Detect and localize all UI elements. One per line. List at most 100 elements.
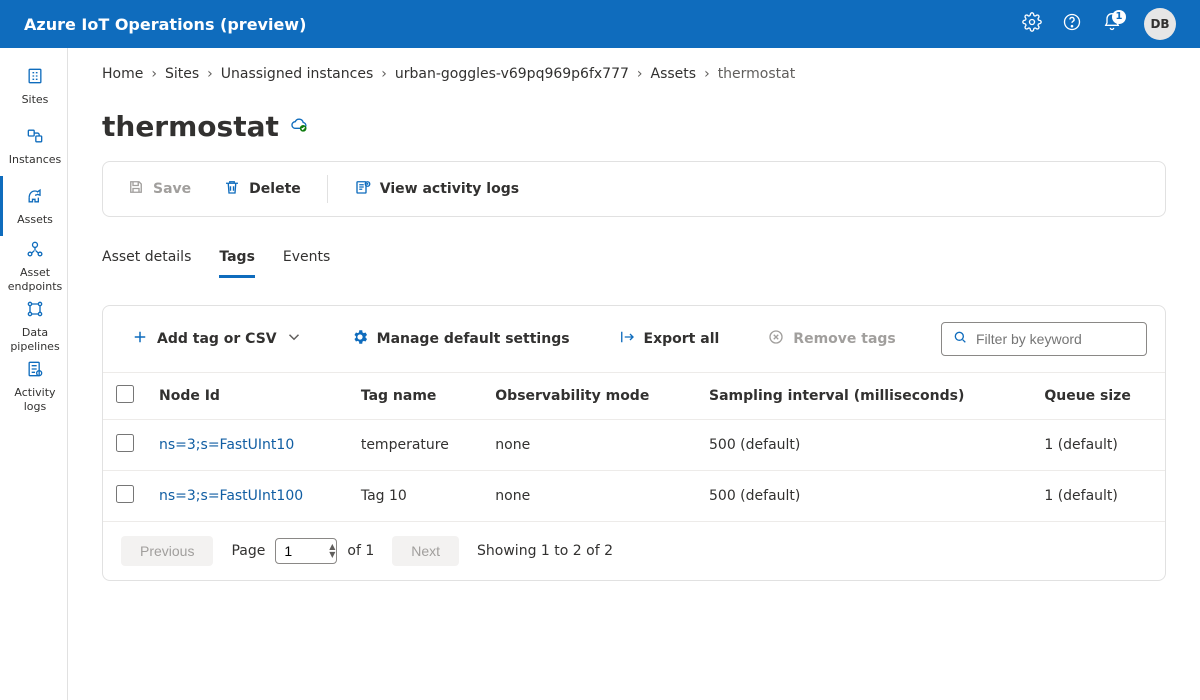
sites-icon bbox=[25, 66, 45, 89]
chevron-right-icon: › bbox=[151, 66, 157, 82]
select-all-checkbox[interactable] bbox=[116, 385, 134, 403]
table-row: ns=3;s=FastUInt10 temperature none 500 (… bbox=[103, 420, 1165, 471]
instances-icon bbox=[25, 126, 45, 149]
showing-text: Showing 1 to 2 of 2 bbox=[477, 543, 613, 559]
tabs: Asset details Tags Events bbox=[102, 241, 1166, 279]
view-activity-logs-label: View activity logs bbox=[380, 181, 519, 197]
page-title: thermostat bbox=[102, 110, 279, 143]
sidebar-item-data-pipelines[interactable]: Data pipelines bbox=[0, 296, 67, 356]
filter-input[interactable] bbox=[976, 331, 1157, 347]
tab-asset-details[interactable]: Asset details bbox=[102, 241, 191, 278]
plus-icon bbox=[131, 328, 149, 350]
sidebar-item-label: Asset endpoints bbox=[7, 266, 63, 292]
sidebar-item-asset-endpoints[interactable]: Asset endpoints bbox=[0, 236, 67, 296]
tab-events[interactable]: Events bbox=[283, 241, 330, 278]
breadcrumb-assets[interactable]: Assets bbox=[651, 66, 697, 82]
col-sampling-interval[interactable]: Sampling interval (milliseconds) bbox=[697, 373, 1032, 420]
cell-queue: 1 (default) bbox=[1032, 420, 1165, 471]
select-all-cell bbox=[103, 373, 147, 420]
sidebar-item-label: Assets bbox=[17, 213, 53, 226]
export-all-button[interactable]: Export all bbox=[608, 322, 730, 356]
trash-icon bbox=[223, 178, 241, 200]
view-activity-logs-button[interactable]: View activity logs bbox=[340, 172, 533, 206]
filter-box[interactable] bbox=[941, 322, 1147, 356]
add-tag-button[interactable]: Add tag or CSV bbox=[121, 322, 313, 356]
data-pipelines-icon bbox=[25, 299, 45, 322]
content-area: Home › Sites › Unassigned instances › ur… bbox=[68, 48, 1200, 700]
toolbar-divider bbox=[327, 175, 328, 203]
node-id-link[interactable]: ns=3;s=FastUInt10 bbox=[159, 437, 294, 453]
remove-tags-button: Remove tags bbox=[757, 322, 905, 356]
chevron-right-icon: › bbox=[207, 66, 213, 82]
tags-panel: Add tag or CSV Manage default settings E… bbox=[102, 305, 1166, 581]
breadcrumb-current: thermostat bbox=[718, 66, 796, 82]
manage-default-settings-label: Manage default settings bbox=[377, 331, 570, 347]
top-bar: Azure IoT Operations (preview) 1 DB bbox=[0, 0, 1200, 48]
sidebar-item-instances[interactable]: Instances bbox=[0, 116, 67, 176]
search-icon bbox=[952, 329, 968, 349]
node-id-link[interactable]: ns=3;s=FastUInt100 bbox=[159, 488, 303, 504]
notification-badge: 1 bbox=[1112, 10, 1126, 24]
tags-toolbar: Add tag or CSV Manage default settings E… bbox=[103, 306, 1165, 372]
export-all-label: Export all bbox=[644, 331, 720, 347]
page-number-input[interactable] bbox=[275, 538, 337, 564]
assets-icon bbox=[25, 186, 45, 209]
notifications-button[interactable]: 1 bbox=[1096, 8, 1128, 40]
chevron-down-icon bbox=[285, 328, 303, 350]
cloud-sync-ok-icon bbox=[289, 115, 309, 139]
sidebar-item-label: Data pipelines bbox=[7, 326, 63, 352]
avatar[interactable]: DB bbox=[1144, 8, 1176, 40]
add-tag-label: Add tag or CSV bbox=[157, 331, 277, 347]
sidebar: Sites Instances Assets Asset endpoints D… bbox=[0, 48, 68, 700]
sidebar-item-assets[interactable]: Assets bbox=[0, 176, 67, 236]
breadcrumb-instance[interactable]: urban-goggles-v69pq969p6fx777 bbox=[395, 66, 629, 82]
activity-log-icon bbox=[354, 178, 372, 200]
activity-logs-icon bbox=[25, 359, 45, 382]
cell-observability: none bbox=[483, 471, 697, 522]
col-queue-size[interactable]: Queue size bbox=[1032, 373, 1165, 420]
remove-icon bbox=[767, 328, 785, 350]
sidebar-item-sites[interactable]: Sites bbox=[0, 56, 67, 116]
breadcrumb-home[interactable]: Home bbox=[102, 66, 143, 82]
help-button[interactable] bbox=[1056, 8, 1088, 40]
next-button: Next bbox=[392, 536, 459, 566]
remove-tags-label: Remove tags bbox=[793, 331, 895, 347]
save-icon bbox=[127, 178, 145, 200]
page-spin-down[interactable]: ▼ bbox=[329, 551, 335, 559]
col-observability-mode[interactable]: Observability mode bbox=[483, 373, 697, 420]
pagination: Previous Page ▲ ▼ of 1 Next Showing 1 to… bbox=[103, 522, 1165, 580]
export-icon bbox=[618, 328, 636, 350]
col-tag-name[interactable]: Tag name bbox=[349, 373, 483, 420]
save-label: Save bbox=[153, 181, 191, 197]
sidebar-item-activity-logs[interactable]: Activity logs bbox=[0, 356, 67, 416]
page-label: Page bbox=[231, 543, 265, 559]
product-title: Azure IoT Operations (preview) bbox=[24, 15, 306, 34]
cell-sampling: 500 (default) bbox=[697, 420, 1032, 471]
row-checkbox[interactable] bbox=[116, 434, 134, 452]
cell-tag-name: temperature bbox=[349, 420, 483, 471]
page-of-text: of 1 bbox=[347, 543, 374, 559]
breadcrumb-sites[interactable]: Sites bbox=[165, 66, 199, 82]
sidebar-item-label: Sites bbox=[22, 93, 49, 106]
chevron-right-icon: › bbox=[637, 66, 643, 82]
row-checkbox[interactable] bbox=[116, 485, 134, 503]
previous-button: Previous bbox=[121, 536, 213, 566]
settings-button[interactable] bbox=[1016, 8, 1048, 40]
table-row: ns=3;s=FastUInt100 Tag 10 none 500 (defa… bbox=[103, 471, 1165, 522]
breadcrumb: Home › Sites › Unassigned instances › ur… bbox=[102, 66, 1166, 82]
manage-default-settings-button[interactable]: Manage default settings bbox=[341, 322, 580, 356]
tab-tags[interactable]: Tags bbox=[219, 241, 255, 278]
cell-sampling: 500 (default) bbox=[697, 471, 1032, 522]
save-button: Save bbox=[113, 172, 205, 206]
sidebar-item-label: Activity logs bbox=[7, 386, 63, 412]
delete-button[interactable]: Delete bbox=[209, 172, 315, 206]
chevron-right-icon: › bbox=[704, 66, 710, 82]
help-icon bbox=[1062, 12, 1082, 36]
gear-icon bbox=[351, 328, 369, 350]
chevron-right-icon: › bbox=[381, 66, 387, 82]
col-node-id[interactable]: Node Id bbox=[147, 373, 349, 420]
cell-tag-name: Tag 10 bbox=[349, 471, 483, 522]
tags-table: Node Id Tag name Observability mode Samp… bbox=[103, 372, 1165, 522]
breadcrumb-unassigned[interactable]: Unassigned instances bbox=[221, 66, 374, 82]
sidebar-item-label: Instances bbox=[9, 153, 62, 166]
